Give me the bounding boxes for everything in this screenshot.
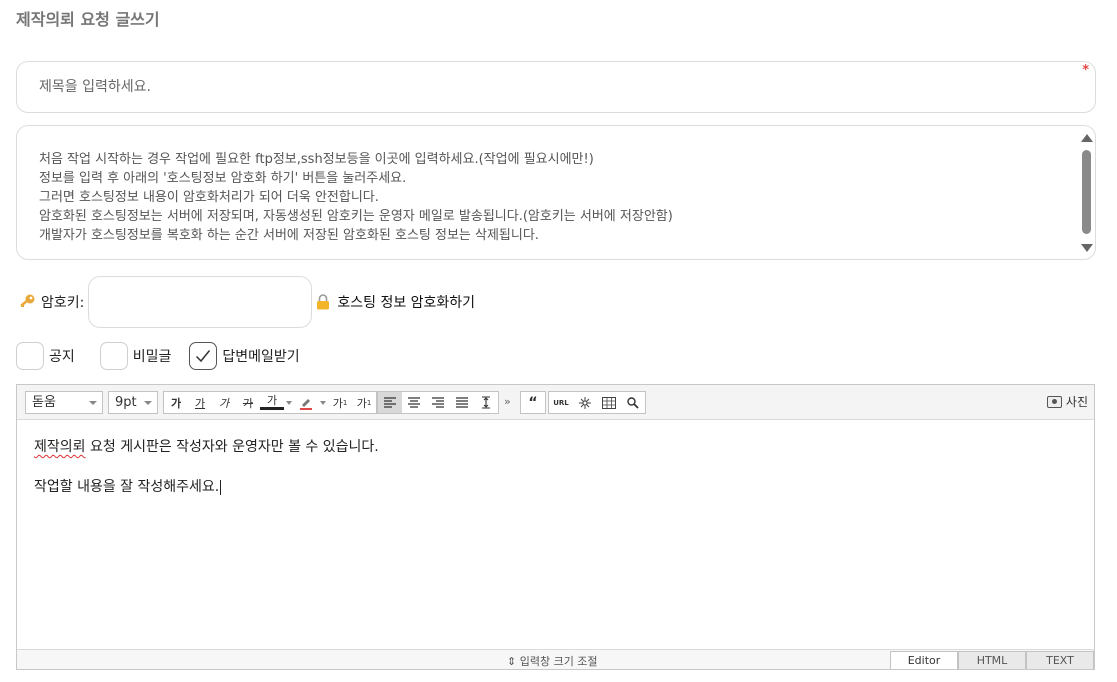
subscript-button[interactable]: 가1 xyxy=(352,392,376,413)
font-family-value: 돋움 xyxy=(32,395,56,410)
align-center-icon xyxy=(408,397,420,408)
hosting-info-scrollbar[interactable] xyxy=(1079,130,1093,256)
text-format-group: 가 가 가 가 가 가1 가1 xyxy=(163,391,377,414)
url-button[interactable]: URL xyxy=(549,392,573,413)
font-color-button[interactable]: 가 xyxy=(260,392,284,410)
title-input[interactable] xyxy=(17,62,1095,112)
align-right-button[interactable] xyxy=(426,392,450,413)
hosting-info-line: 처음 작업 시작하는 경우 작업에 필요한 ftp정보,ssh정보등을 이곳에 … xyxy=(39,152,594,167)
options-row: 공지 비밀글 답변메일받기 xyxy=(16,341,314,371)
checkmark-icon xyxy=(196,350,211,363)
subscript-label: 가 xyxy=(356,396,367,410)
quote-button[interactable]: “ xyxy=(521,392,545,413)
highlight-button[interactable] xyxy=(294,392,318,413)
reply-mail-label: 답변메일받기 xyxy=(222,349,300,365)
align-justify-button[interactable] xyxy=(450,392,474,413)
tab-text[interactable]: TEXT xyxy=(1026,651,1094,669)
chevron-down-icon xyxy=(286,400,292,405)
font-size-select[interactable]: 9pt xyxy=(108,391,158,414)
highlighter-icon xyxy=(300,398,312,410)
reply-mail-checkbox[interactable] xyxy=(189,342,218,370)
search-icon xyxy=(627,396,639,409)
editor-mode-tabs: Editor HTML TEXT xyxy=(890,651,1094,669)
encrypt-hosting-button[interactable]: 호스팅 정보 암호화하기 xyxy=(316,292,475,312)
photo-button[interactable]: 사진 xyxy=(1046,393,1088,410)
scroll-thumb[interactable] xyxy=(1082,150,1091,234)
editor-content-area[interactable]: 제작의뢰 요청 게시판은 작성자와 운영자만 볼 수 있습니다. 작업할 내용을… xyxy=(34,437,379,497)
special-char-button[interactable] xyxy=(573,392,597,413)
more-tools-icon[interactable]: » xyxy=(504,395,511,408)
key-icon xyxy=(20,294,35,307)
strikethrough-button[interactable]: 가 xyxy=(236,392,260,413)
lock-icon xyxy=(317,294,330,310)
editor-toolbar: 돋움 9pt 가 가 가 가 가 가1 가1 » “ URL 사진 xyxy=(17,385,1094,420)
notice-checkbox[interactable] xyxy=(16,342,44,370)
align-right-icon xyxy=(432,397,444,408)
rich-text-editor: 돋움 9pt 가 가 가 가 가 가1 가1 » “ URL 사진 제작의뢰 요… xyxy=(16,384,1095,670)
editor-text: 작업할 내용을 잘 작성해주세요. xyxy=(34,479,220,495)
editor-paragraph: 제작의뢰 요청 게시판은 작성자와 운영자만 볼 수 있습니다. xyxy=(34,437,379,457)
highlight-dropdown[interactable] xyxy=(318,392,328,413)
spellcheck-word: 제작의뢰 xyxy=(34,439,86,455)
encryption-key-row: 암호키: 호스팅 정보 암호화하기 xyxy=(18,276,475,328)
scroll-up-arrow-icon[interactable] xyxy=(1081,134,1093,142)
quote-group: “ xyxy=(520,391,546,414)
tab-editor[interactable]: Editor xyxy=(890,651,958,669)
notice-label: 공지 xyxy=(49,349,75,365)
align-group xyxy=(377,391,499,414)
superscript-mark: 1 xyxy=(342,398,348,407)
chevron-down-icon xyxy=(89,401,97,405)
secret-checkbox[interactable] xyxy=(99,342,128,370)
bold-button[interactable]: 가 xyxy=(164,392,188,413)
special-char-icon xyxy=(579,396,591,409)
font-family-select[interactable]: 돋움 xyxy=(25,391,103,414)
editor-paragraph: 작업할 내용을 잘 작성해주세요. xyxy=(34,477,379,497)
option-notice[interactable]: 공지 xyxy=(16,342,75,370)
italic-button[interactable]: 가 xyxy=(212,392,236,413)
table-icon xyxy=(602,396,616,409)
align-justify-icon xyxy=(456,397,468,408)
hosting-info-textarea[interactable]: 처음 작업 시작하는 경우 작업에 필요한 ftp정보,ssh정보등을 이곳에 … xyxy=(16,125,1096,260)
scroll-down-arrow-icon[interactable] xyxy=(1081,244,1093,252)
superscript-button[interactable]: 가1 xyxy=(328,392,352,413)
line-height-icon xyxy=(482,396,490,409)
option-secret[interactable]: 비밀글 xyxy=(99,342,172,370)
encryption-key-input[interactable] xyxy=(88,276,313,328)
underline-button[interactable]: 가 xyxy=(188,392,212,413)
title-field[interactable]: * xyxy=(16,61,1096,113)
align-left-icon xyxy=(384,397,396,408)
camera-icon xyxy=(1046,395,1062,408)
tab-html[interactable]: HTML xyxy=(958,651,1026,669)
required-mark: * xyxy=(1082,63,1089,78)
hosting-info-line: 암호화된 호스팅정보는 서버에 저장되며, 자동생성된 암호키는 운영자 메일로… xyxy=(39,209,673,224)
encrypt-hosting-label: 호스팅 정보 암호화하기 xyxy=(337,295,476,311)
editor-resize-bar[interactable]: ⇕ 입력창 크기 조절 Editor HTML TEXT xyxy=(17,649,1094,669)
insert-group: URL xyxy=(548,391,646,414)
option-reply-mail[interactable]: 답변메일받기 xyxy=(189,342,300,370)
find-button[interactable] xyxy=(621,392,645,413)
editor-text: 요청 게시판은 작성자와 운영자만 볼 수 있습니다. xyxy=(85,439,379,455)
table-button[interactable] xyxy=(597,392,621,413)
superscript-label: 가 xyxy=(332,396,343,410)
resize-label: ⇕ 입력창 크기 조절 xyxy=(507,655,598,668)
subscript-mark: 1 xyxy=(366,398,372,407)
text-caret xyxy=(220,479,222,495)
align-center-button[interactable] xyxy=(402,392,426,413)
chevron-down-icon xyxy=(320,400,326,405)
hosting-info-text: 처음 작업 시작하는 경우 작업에 필요한 ftp정보,ssh정보등을 이곳에 … xyxy=(39,150,673,245)
photo-label: 사진 xyxy=(1065,395,1088,409)
line-height-button[interactable] xyxy=(474,392,498,413)
font-color-dropdown[interactable] xyxy=(284,392,294,413)
font-size-value: 9pt xyxy=(115,395,137,410)
key-label: 암호키: xyxy=(41,295,85,311)
secret-label: 비밀글 xyxy=(132,349,172,365)
hosting-info-line: 그러면 호스팅정보 내용이 암호화처리가 되어 더욱 안전합니다. xyxy=(39,190,379,205)
hosting-info-line: 정보를 입력 후 아래의 '호스팅정보 암호화 하기' 버튼을 눌러주세요. xyxy=(39,171,407,186)
chevron-down-icon xyxy=(144,401,152,405)
page-title: 제작의뢰 요청 글쓰기 xyxy=(16,10,160,29)
hosting-info-line: 개발자가 호스팅정보를 복호화 하는 순간 서버에 저장된 암호화된 호스팅 정… xyxy=(39,228,539,243)
align-left-button[interactable] xyxy=(378,392,402,413)
